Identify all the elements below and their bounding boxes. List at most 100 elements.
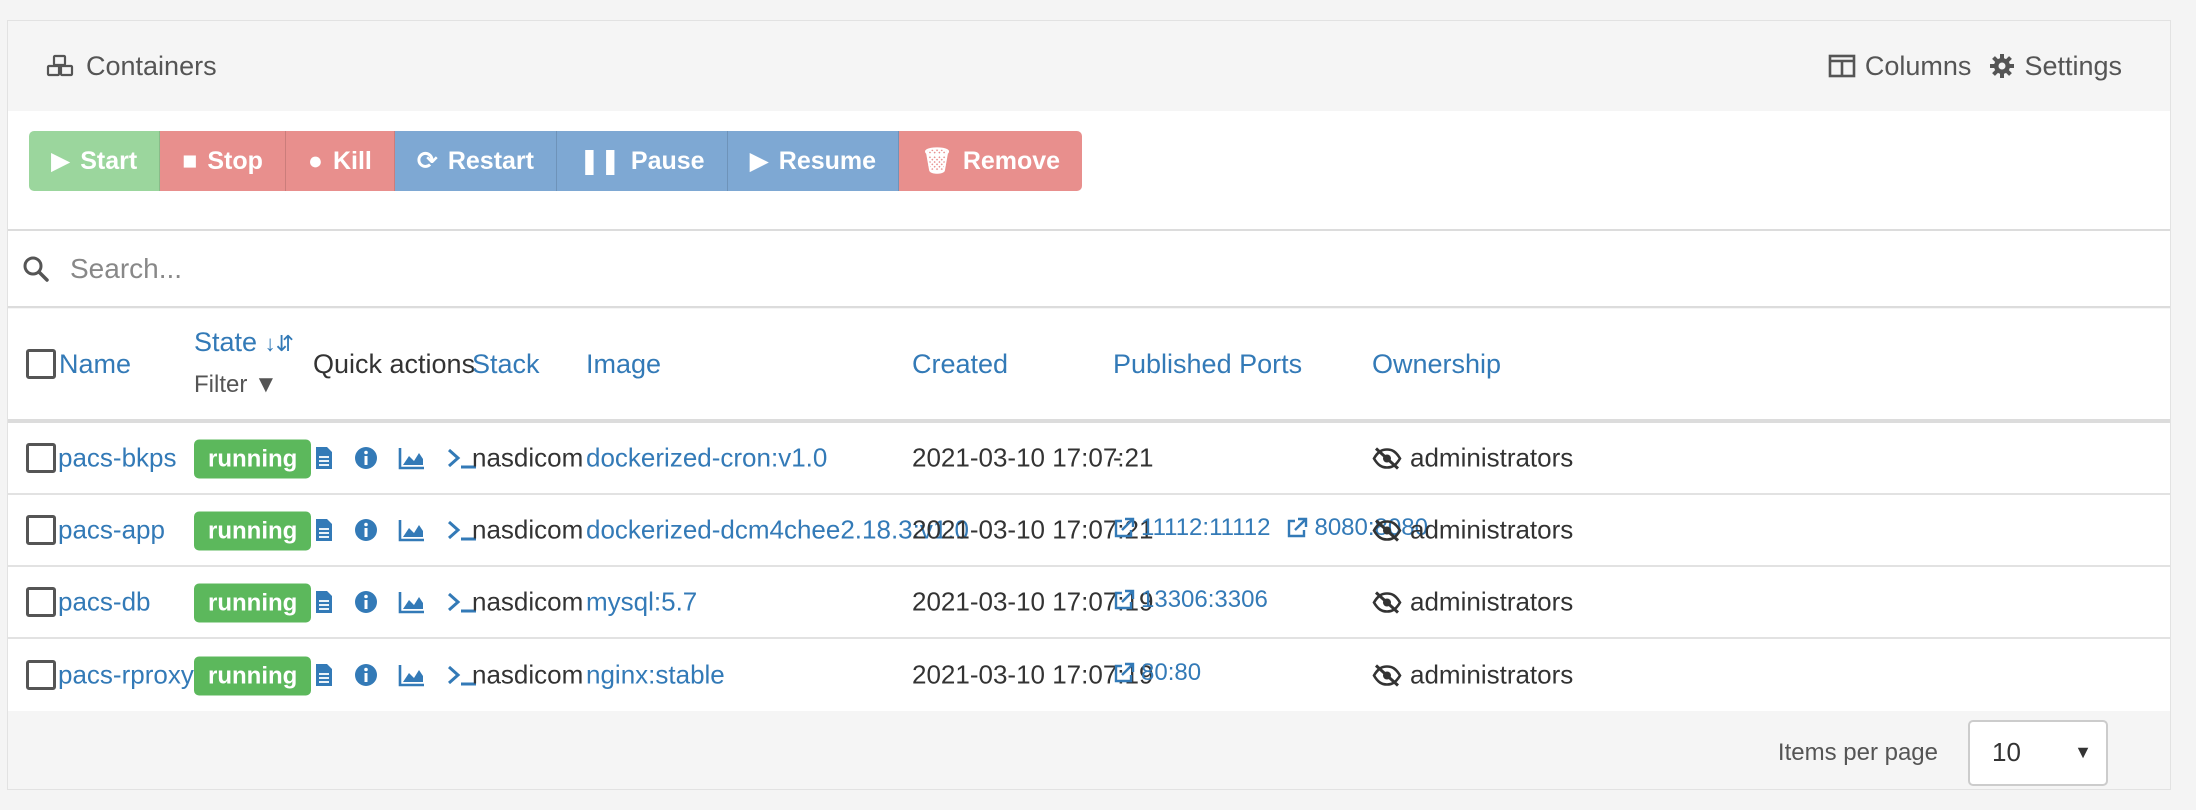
panel-title: Containers bbox=[46, 51, 217, 82]
state-filter-button[interactable]: Filter ▼ bbox=[194, 371, 278, 399]
info-icon[interactable] bbox=[354, 590, 378, 614]
kill-button[interactable]: ● Kill bbox=[285, 131, 395, 191]
published-port-link[interactable]: 11112:11112 bbox=[1113, 514, 1270, 542]
containers-table: Name State ↓⇵ Filter ▼ Quick actions Sta… bbox=[8, 309, 2170, 711]
logs-icon[interactable] bbox=[314, 663, 334, 687]
resume-button[interactable]: ▶ Resume bbox=[727, 131, 900, 191]
stats-icon[interactable] bbox=[398, 590, 426, 614]
published-ports: 13306:3306 bbox=[1113, 586, 1284, 618]
container-name-link[interactable]: pacs-bkps bbox=[58, 443, 177, 474]
settings-label: Settings bbox=[2024, 50, 2122, 81]
columns-label: Columns bbox=[1864, 50, 1972, 81]
column-header-published-ports[interactable]: Published Ports bbox=[1113, 349, 1302, 380]
row-checkbox[interactable] bbox=[26, 515, 56, 545]
items-per-page-label: Items per page bbox=[1777, 738, 1938, 766]
column-header-quick-actions: Quick actions bbox=[313, 348, 476, 379]
containers-panel: Containers Columns Settings ▶ Start ■ St… bbox=[7, 20, 2171, 790]
info-icon[interactable] bbox=[354, 446, 378, 470]
trash-icon: 🗑 bbox=[921, 146, 953, 175]
table-row: pacs-rproxy running nasdicom nginx:stabl… bbox=[8, 639, 2170, 711]
ownership-label: administrators bbox=[1410, 442, 1574, 473]
quick-actions bbox=[314, 590, 478, 614]
pause-icon: ❚❚ bbox=[578, 147, 621, 175]
remove-button[interactable]: 🗑 Remove bbox=[899, 131, 1083, 191]
table-row: pacs-bkps running nasdicom dockerized-cr… bbox=[8, 423, 2170, 495]
ownership-label: administrators bbox=[1410, 514, 1574, 545]
ownership: administrators bbox=[1372, 660, 1573, 691]
stop-icon: ■ bbox=[182, 146, 198, 175]
stack-name: nasdicom bbox=[472, 514, 584, 545]
table-header: Name State ↓⇵ Filter ▼ Quick actions Sta… bbox=[8, 309, 2170, 423]
info-icon[interactable] bbox=[354, 518, 378, 542]
published-port-link[interactable]: 13306:3306 bbox=[1113, 586, 1268, 614]
info-icon[interactable] bbox=[354, 663, 378, 687]
published-ports: 80:80 bbox=[1113, 659, 1217, 691]
quick-actions bbox=[314, 518, 478, 542]
stats-icon[interactable] bbox=[398, 446, 426, 470]
play-icon: ▶ bbox=[749, 147, 769, 175]
column-header-created[interactable]: Created bbox=[912, 349, 1008, 380]
image-link[interactable]: mysql:5.7 bbox=[586, 587, 697, 618]
start-button[interactable]: ▶ Start bbox=[29, 131, 161, 191]
logs-icon[interactable] bbox=[314, 590, 334, 614]
items-per-page-select[interactable]: 10 ▼ bbox=[1968, 719, 2108, 786]
column-header-stack[interactable]: Stack bbox=[472, 349, 540, 380]
row-checkbox[interactable] bbox=[26, 587, 56, 617]
quick-actions bbox=[314, 446, 478, 470]
stop-button[interactable]: ■ Stop bbox=[160, 131, 286, 191]
play-icon: ▶ bbox=[51, 147, 71, 175]
columns-icon bbox=[1828, 54, 1856, 78]
logs-icon[interactable] bbox=[314, 446, 334, 470]
cubes-icon bbox=[46, 54, 74, 77]
status-badge: running bbox=[194, 439, 312, 479]
container-name-link[interactable]: pacs-rproxy bbox=[58, 660, 194, 691]
published-ports: - bbox=[1113, 443, 1122, 474]
column-header-name[interactable]: Name bbox=[59, 349, 131, 380]
select-all-checkbox[interactable] bbox=[26, 349, 56, 379]
search-input[interactable] bbox=[68, 251, 1968, 286]
image-link[interactable]: nginx:stable bbox=[586, 660, 725, 691]
column-header-state[interactable]: State ↓⇵ bbox=[194, 327, 294, 358]
panel-header: Containers Columns Settings bbox=[8, 21, 2170, 111]
port-empty: - bbox=[1113, 442, 1122, 473]
stack-name: nasdicom bbox=[472, 659, 584, 690]
column-header-ownership[interactable]: Ownership bbox=[1372, 349, 1501, 380]
port-mapping: 11112:11112 bbox=[1141, 514, 1271, 541]
chevron-down-icon: ▼ bbox=[2074, 742, 2092, 762]
quick-actions bbox=[314, 663, 478, 687]
external-link-icon bbox=[1288, 517, 1308, 538]
gear-icon bbox=[1990, 54, 2015, 78]
row-checkbox[interactable] bbox=[26, 660, 56, 690]
container-name-link[interactable]: pacs-app bbox=[58, 515, 165, 546]
eye-slash-icon bbox=[1372, 446, 1402, 470]
stats-icon[interactable] bbox=[398, 518, 426, 542]
table-body: pacs-bkps running nasdicom dockerized-cr… bbox=[8, 423, 2170, 711]
pause-button[interactable]: ❚❚ Pause bbox=[556, 131, 728, 191]
eye-slash-icon bbox=[1372, 663, 1402, 687]
columns-button[interactable]: Columns bbox=[1828, 50, 1972, 82]
search-bar bbox=[8, 231, 2170, 308]
ownership: administrators bbox=[1372, 515, 1573, 546]
external-link-icon bbox=[1114, 662, 1135, 683]
row-checkbox[interactable] bbox=[26, 443, 56, 473]
restart-button[interactable]: ⟳ Restart bbox=[394, 131, 557, 191]
page-title: Containers bbox=[86, 50, 217, 81]
table-row: pacs-app running nasdicom dockerized-dcm… bbox=[8, 495, 2170, 567]
ownership: administrators bbox=[1372, 443, 1573, 474]
image-link[interactable]: dockerized-cron:v1.0 bbox=[586, 443, 827, 474]
container-name-link[interactable]: pacs-db bbox=[58, 587, 151, 618]
published-port-link[interactable]: 80:80 bbox=[1113, 659, 1201, 687]
port-mapping: 80:80 bbox=[1141, 659, 1202, 686]
ownership: administrators bbox=[1372, 587, 1573, 618]
search-icon bbox=[23, 256, 49, 282]
table-footer: Items per page 10 ▼ bbox=[8, 714, 2170, 791]
external-link-icon bbox=[1114, 517, 1135, 538]
settings-button[interactable]: Settings bbox=[1989, 51, 2122, 82]
ownership-label: administrators bbox=[1410, 659, 1574, 690]
external-link-icon bbox=[1114, 589, 1135, 610]
logs-icon[interactable] bbox=[314, 518, 334, 542]
status-badge: running bbox=[194, 511, 312, 551]
bomb-icon: ● bbox=[307, 146, 323, 175]
stats-icon[interactable] bbox=[398, 663, 426, 687]
column-header-image[interactable]: Image bbox=[586, 349, 661, 380]
